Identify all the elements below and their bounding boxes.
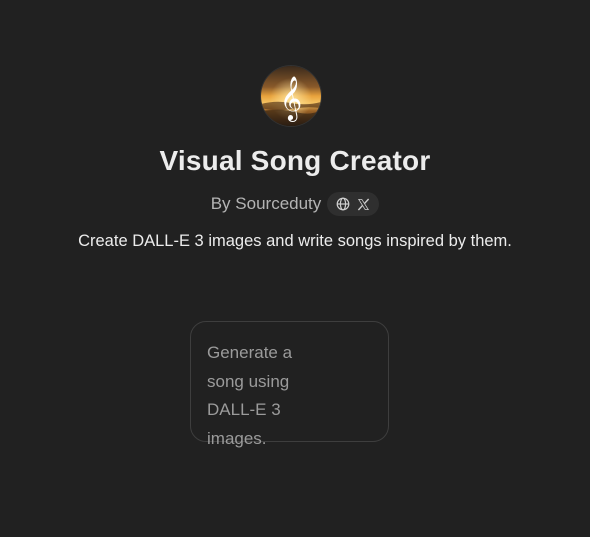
treble-clef-sunset-image: 𝄞 xyxy=(261,66,321,126)
conversation-starter-card[interactable]: Generate a song using DALL-E 3 images. xyxy=(190,321,389,448)
svg-text:𝄞: 𝄞 xyxy=(280,76,302,122)
gpt-avatar: 𝄞 xyxy=(261,66,321,126)
gpt-description: Create DALL-E 3 images and write songs i… xyxy=(78,232,512,250)
social-links xyxy=(327,192,380,216)
gpt-title: Visual Song Creator xyxy=(159,145,431,176)
gpt-byline: By Sourceduty xyxy=(0,191,590,217)
author-byline: By Sourceduty xyxy=(210,194,322,213)
gpt-landing: 𝄞 Visual Song Creator By Sourceduty Crea… xyxy=(0,0,590,537)
x-logo-icon[interactable] xyxy=(356,197,370,211)
globe-icon[interactable] xyxy=(336,197,350,211)
conversation-starter-text: Generate a song using DALL-E 3 images. xyxy=(207,343,293,448)
